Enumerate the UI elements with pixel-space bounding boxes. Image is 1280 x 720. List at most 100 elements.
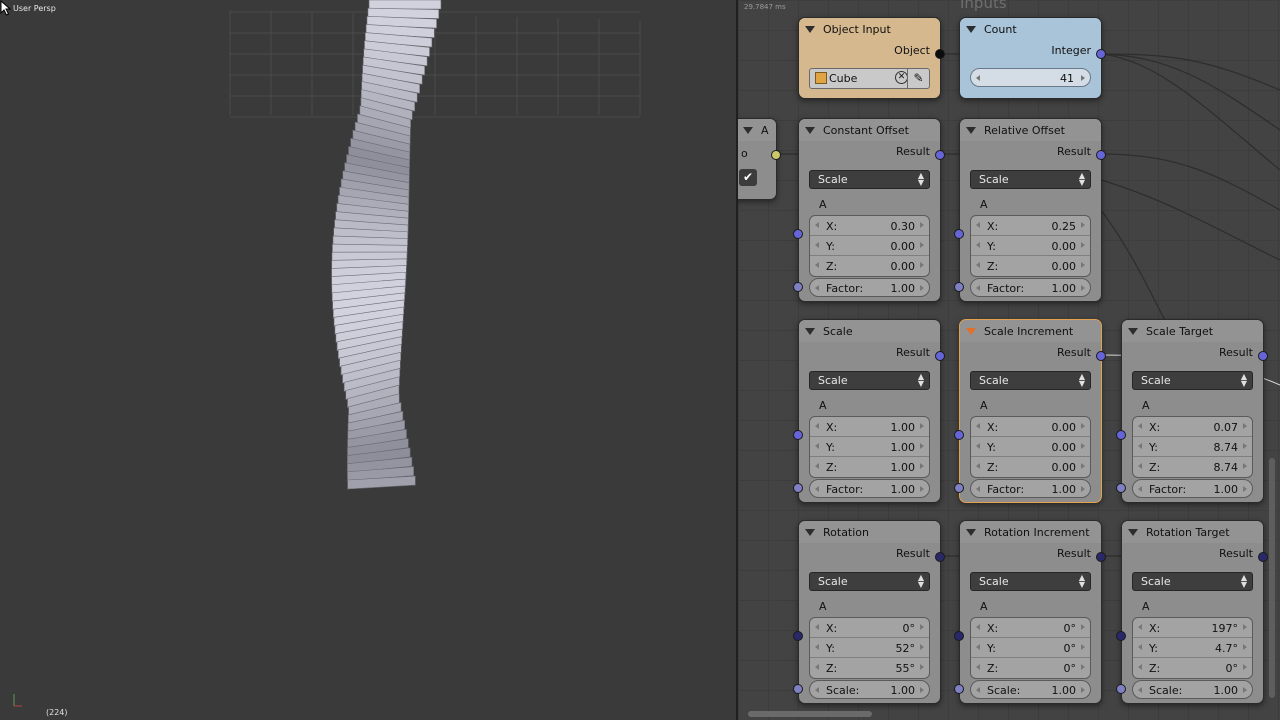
vector-input-socket[interactable] [954,631,964,641]
increment-arrow-icon[interactable] [920,486,924,492]
decrement-arrow-icon[interactable] [1138,423,1142,429]
collapse-triangle-icon[interactable] [1128,327,1138,335]
scale-target-node[interactable]: Scale Target Result Scale ▲ ▼ A X: 0.07 Y:… [1116,319,1268,503]
node-header[interactable]: Rotation Target [1122,521,1263,543]
scale-increment-node[interactable]: Scale Increment Result Scale ▲ ▼ A X: 0.00… [954,319,1106,503]
decrement-arrow-icon[interactable] [815,285,819,291]
z-field[interactable]: Z: 1.00 [810,457,929,477]
object-output-socket[interactable] [935,49,945,59]
factor-input-socket[interactable] [1116,684,1126,694]
mode-dropdown[interactable]: Scale ▲ ▼ [809,371,930,390]
collapse-triangle-icon[interactable] [805,528,815,536]
increment-arrow-icon[interactable] [1243,624,1247,630]
decrement-arrow-icon[interactable] [976,687,980,693]
x-field[interactable]: X: 197° [1133,618,1252,638]
decrement-arrow-icon[interactable] [976,624,980,630]
x-field[interactable]: X: 0.30 [810,216,929,236]
increment-arrow-icon[interactable] [920,624,924,630]
a-node[interactable]: A o ✔ [738,118,781,200]
y-field[interactable]: Y: 8.74 [1133,437,1252,457]
factor-field[interactable]: Factor: 1.00 [809,479,930,498]
increment-arrow-icon[interactable] [920,262,924,268]
constant-offset-node[interactable]: Constant Offset Result Scale ▲ ▼ A X: 0.30… [793,118,945,302]
increment-arrow-icon[interactable] [1243,687,1247,693]
mode-dropdown[interactable]: Scale ▲ ▼ [1132,371,1253,390]
decrement-arrow-icon[interactable] [976,242,980,248]
vector-field[interactable]: X: 1.00 Y: 1.00 Z: 1.00 [809,416,930,478]
increment-arrow-icon[interactable] [1081,463,1085,469]
object-field[interactable]: Cube ✕ ✎ [809,68,930,89]
increment-arrow-icon[interactable] [1081,486,1085,492]
decrement-arrow-icon[interactable] [976,463,980,469]
vector-field[interactable]: X: 0.30 Y: 0.00 Z: 0.00 [809,215,930,277]
factor-input-socket[interactable] [793,483,803,493]
vector-input-socket[interactable] [793,229,803,239]
collapse-triangle-icon[interactable] [966,126,976,134]
vector-input-socket[interactable] [1116,631,1126,641]
result-output-socket[interactable] [1258,351,1268,361]
increment-arrow-icon[interactable] [920,222,924,228]
increment-arrow-icon[interactable] [920,644,924,650]
decrement-arrow-icon[interactable] [976,443,980,449]
increment-arrow-icon[interactable] [920,463,924,469]
decrement-arrow-icon[interactable] [1138,664,1142,670]
mode-dropdown[interactable]: Scale ▲ ▼ [970,371,1091,390]
relative-offset-node[interactable]: Relative Offset Result Scale ▲ ▼ A X: 0.25… [954,118,1106,302]
decrement-arrow-icon[interactable] [1138,624,1142,630]
node-editor[interactable]: 29.7847 ms Inputs Object Input Object Cu… [738,0,1280,720]
result-output-socket[interactable] [1258,552,1268,562]
vector-input-socket[interactable] [1116,430,1126,440]
count-value-field[interactable]: 41 [970,68,1091,87]
mode-dropdown[interactable]: Scale ▲ ▼ [1132,572,1253,591]
mode-dropdown[interactable]: Scale ▲ ▼ [809,572,930,591]
decrement-arrow-icon[interactable] [976,222,980,228]
vector-field[interactable]: X: 197° Y: 4.7° Z: 0° [1132,617,1253,679]
vector-field[interactable]: X: 0.25 Y: 0.00 Z: 0.00 [970,215,1091,277]
node-header[interactable]: Relative Offset [960,119,1101,141]
factor-input-socket[interactable] [954,483,964,493]
increment-arrow-icon[interactable] [1243,644,1247,650]
increment-arrow-icon[interactable] [1081,262,1085,268]
vector-field[interactable]: X: 0° Y: 0° Z: 0° [970,617,1091,679]
increment-arrow-icon[interactable] [920,664,924,670]
increment-arrow-icon[interactable] [1081,242,1085,248]
checkbox[interactable]: ✔ [739,169,757,186]
vector-field[interactable]: X: 0.00 Y: 0.00 Z: 0.00 [970,416,1091,478]
increment-arrow-icon[interactable] [920,443,924,449]
decrement-arrow-icon[interactable] [815,222,819,228]
node-header[interactable]: Rotation Increment [960,521,1101,543]
factor-field[interactable]: Scale: 1.00 [1132,680,1253,699]
node-header[interactable]: Scale Target [1122,320,1263,342]
x-field[interactable]: X: 1.00 [810,417,929,437]
x-field[interactable]: X: 0.00 [971,417,1090,437]
factor-field[interactable]: Factor: 1.00 [970,479,1091,498]
vector-input-socket[interactable] [793,430,803,440]
collapse-triangle-icon[interactable] [966,528,976,536]
collapse-triangle-icon[interactable] [966,25,976,33]
rotation-increment-node[interactable]: Rotation Increment Result Scale ▲ ▼ A X: 0… [954,520,1106,704]
decrement-arrow-icon[interactable] [976,664,980,670]
z-field[interactable]: Z: 0.00 [971,457,1090,477]
increment-arrow-icon[interactable] [1081,624,1085,630]
result-output-socket[interactable] [935,150,945,160]
node-header[interactable]: Scale Increment [960,320,1101,342]
x-field[interactable]: X: 0.25 [971,216,1090,236]
decrement-arrow-icon[interactable] [815,262,819,268]
mode-dropdown[interactable]: Scale ▲ ▼ [809,170,930,189]
3d-viewport[interactable]: User Persp (224) [0,0,736,720]
collapse-triangle-icon[interactable] [805,126,815,134]
decrement-arrow-icon[interactable] [815,644,819,650]
decrement-arrow-icon[interactable] [815,687,819,693]
vector-input-socket[interactable] [954,430,964,440]
object-input-node[interactable]: Object Input Object Cube ✕ ✎ [798,17,945,99]
mode-dropdown[interactable]: Scale ▲ ▼ [970,170,1091,189]
node-header[interactable]: Object Input [799,18,940,40]
node-header[interactable]: Scale [799,320,940,342]
a-output-socket[interactable] [771,150,781,160]
result-output-socket[interactable] [1096,351,1106,361]
decrement-arrow-icon[interactable] [815,664,819,670]
increment-arrow-icon[interactable] [920,423,924,429]
increment-arrow-icon[interactable] [1243,486,1247,492]
decrement-arrow-icon[interactable] [815,443,819,449]
result-output-socket[interactable] [1096,150,1106,160]
